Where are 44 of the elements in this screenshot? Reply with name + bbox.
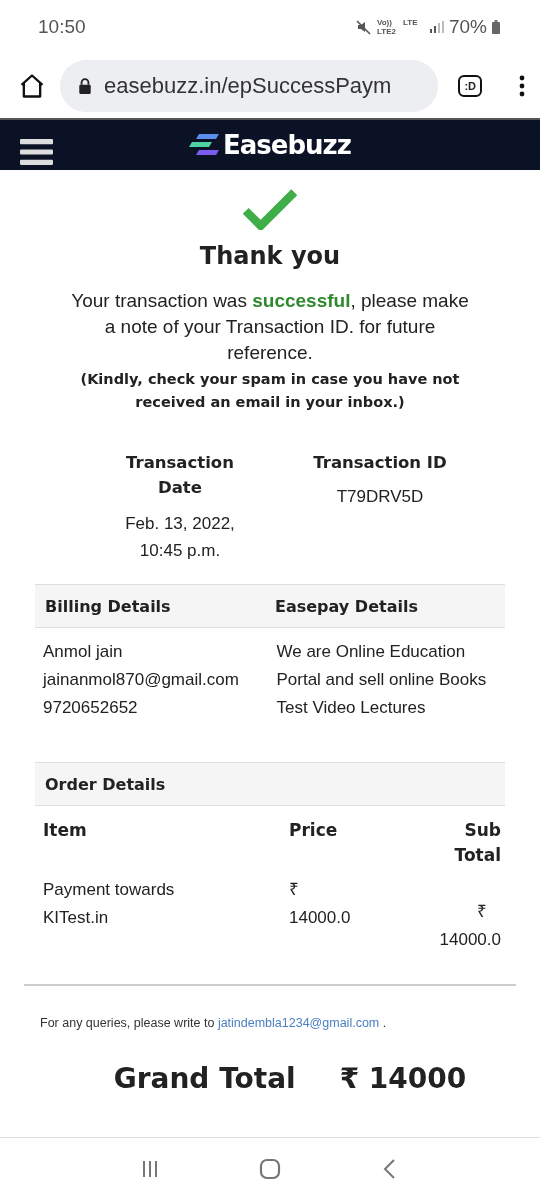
currency-symbol: ₹ — [289, 879, 299, 901]
spam-note: (Kindly, check your spam in case you have not received an email in your inbox.) — [79, 370, 461, 412]
billing-line: Anmol jain — [43, 641, 124, 663]
grand-total-label: Grand Total — [113, 1062, 296, 1095]
signal-icon — [429, 21, 444, 33]
home-icon[interactable] — [18, 72, 46, 100]
url-text: easebuzz.in/epSuccessPaym — [104, 73, 392, 99]
table-cell-text: 14000.0 — [439, 929, 501, 951]
lock-icon — [78, 78, 92, 94]
transaction-id: T79DRV5D — [336, 487, 424, 507]
network-label: Vo)) LTE2 — [376, 18, 397, 36]
more-icon[interactable] — [518, 74, 526, 98]
column-heading: Transaction ID — [312, 452, 448, 474]
network-label: LTE — [402, 18, 419, 29]
column-heading: Sub Total — [453, 819, 501, 867]
table-cell-text: 14000.0 — [289, 907, 351, 929]
logo-icon — [189, 134, 219, 156]
success-message: Your transaction was successful, please make a note of your Transaction ID. for future reference. — [70, 289, 470, 365]
tab-switcher-button[interactable]: :D — [458, 75, 482, 97]
page-title: Thank you — [199, 242, 341, 270]
section-title: Easepay Details — [275, 596, 419, 616]
column-heading: Transaction Date — [125, 452, 235, 499]
billing-line: jainanmol870@gmail.com — [43, 669, 240, 691]
address-bar[interactable]: easebuzz.in/epSuccessPaym — [60, 60, 439, 112]
mute-icon — [355, 19, 372, 35]
battery-icon — [492, 20, 500, 34]
home-button-icon[interactable] — [258, 1157, 282, 1181]
contact-note: For any queries, please write to jatindembla1234@gmail.com . — [40, 1016, 388, 1030]
clock: 10:50 — [38, 16, 86, 38]
menu-icon[interactable] — [20, 138, 53, 166]
battery-percent: 70% — [448, 16, 487, 38]
merchant-description: We are Online Education Portal and sell online Books Test Video Lectures — [276, 641, 488, 719]
column-heading: Item — [43, 819, 88, 842]
column-heading: Price — [289, 819, 339, 842]
logo-text: Easebuzz — [223, 130, 351, 160]
currency-symbol: ₹ — [477, 901, 487, 923]
check-icon — [242, 188, 298, 230]
grand-total-value: ₹ 14000 — [339, 1062, 467, 1095]
email-link[interactable]: jatindembla1234@gmail.com — [217, 1016, 380, 1030]
table-cell-text: Payment towards KITest.in — [43, 879, 176, 929]
section-title: Billing Details — [45, 596, 172, 616]
transaction-date: Feb. 13, 2022, 10:45 p.m. — [124, 513, 236, 562]
section-title: Order Details — [45, 774, 166, 794]
billing-line: 9720652652 — [43, 697, 139, 719]
